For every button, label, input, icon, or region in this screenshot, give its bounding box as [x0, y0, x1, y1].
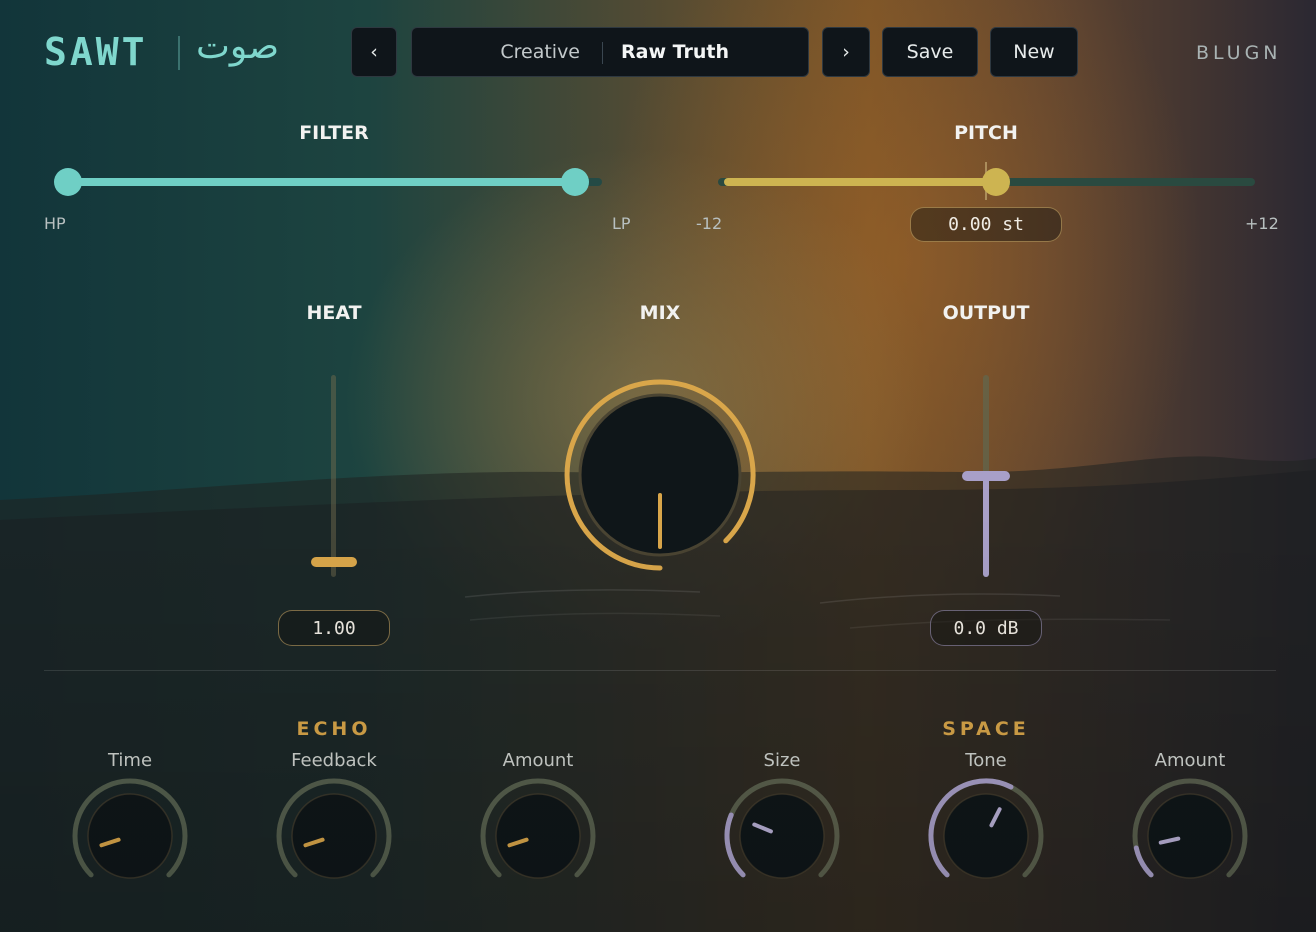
heat-slider-track[interactable]	[331, 375, 336, 577]
plugin-window: SAWT صوت ‹ Creative Raw Truth › Save New…	[0, 0, 1316, 932]
space-amount-knob[interactable]	[1125, 771, 1255, 901]
echo-time-label: Time	[107, 750, 153, 771]
space-title: SPACE	[942, 718, 1030, 740]
next-preset-button[interactable]: ›	[822, 27, 870, 77]
section-divider	[44, 670, 1276, 671]
echo-amount-label: Amount	[502, 750, 574, 771]
space-size-label: Size	[763, 750, 801, 771]
save-button[interactable]: Save	[882, 27, 978, 77]
output-slider-handle[interactable]	[962, 471, 1010, 481]
preset-name: Raw Truth	[621, 41, 729, 63]
output-slider-fill	[983, 476, 989, 577]
echo-amount-face	[495, 793, 581, 879]
echo-feedback-face	[291, 793, 377, 879]
filter-hp-label: HP	[44, 214, 66, 233]
echo-time-face	[87, 793, 173, 879]
echo-feedback-label: Feedback	[291, 750, 377, 771]
echo-time-knob[interactable]	[65, 771, 195, 901]
echo-feedback-knob[interactable]	[269, 771, 399, 901]
space-tone-face	[943, 793, 1029, 879]
heat-value-field[interactable]: 1.00	[278, 610, 390, 646]
mix-title: MIX	[639, 302, 681, 324]
brand-divider	[178, 36, 180, 70]
filter-lp-handle[interactable]	[560, 168, 589, 196]
echo-amount-knob[interactable]	[473, 771, 603, 901]
output-title: OUTPUT	[942, 302, 1030, 324]
space-tone-label: Tone	[965, 750, 1007, 771]
filter-hp-handle[interactable]	[54, 168, 82, 196]
filter-title: FILTER	[299, 122, 369, 144]
heat-title: HEAT	[306, 302, 362, 324]
previous-preset-button[interactable]: ‹	[351, 27, 397, 77]
preset-selector[interactable]: Creative Raw Truth	[411, 27, 809, 77]
space-amount-face	[1147, 793, 1233, 879]
pitch-handle[interactable]	[982, 168, 1010, 196]
heat-slider-handle[interactable]	[311, 556, 357, 567]
pitch-fill	[724, 178, 996, 186]
filter-lp-label: LP	[612, 214, 631, 233]
brand-logo: SAWT	[44, 30, 148, 74]
mix-knob[interactable]	[560, 375, 760, 575]
space-tone-knob[interactable]	[921, 771, 1051, 901]
echo-title: ECHO	[296, 718, 372, 740]
pitch-value-field[interactable]: 0.00 st	[910, 207, 1062, 242]
pitch-max-label: +12	[1245, 214, 1279, 233]
space-size-face	[739, 793, 825, 879]
space-amount-value-arc	[1133, 845, 1154, 878]
preset-category: Creative	[500, 41, 580, 63]
pitch-title: PITCH	[954, 122, 1018, 144]
space-amount-label: Amount	[1154, 750, 1226, 771]
new-button[interactable]: New	[990, 27, 1078, 77]
vendor-logo: BLUGN	[1196, 42, 1282, 64]
filter-range-fill	[68, 178, 575, 186]
pitch-min-label: -12	[696, 214, 723, 233]
output-value-field[interactable]: 0.0 dB	[930, 610, 1042, 646]
brand-logo-arabic: صوت	[196, 26, 280, 67]
space-size-knob[interactable]	[717, 771, 847, 901]
preset-divider	[602, 42, 603, 64]
